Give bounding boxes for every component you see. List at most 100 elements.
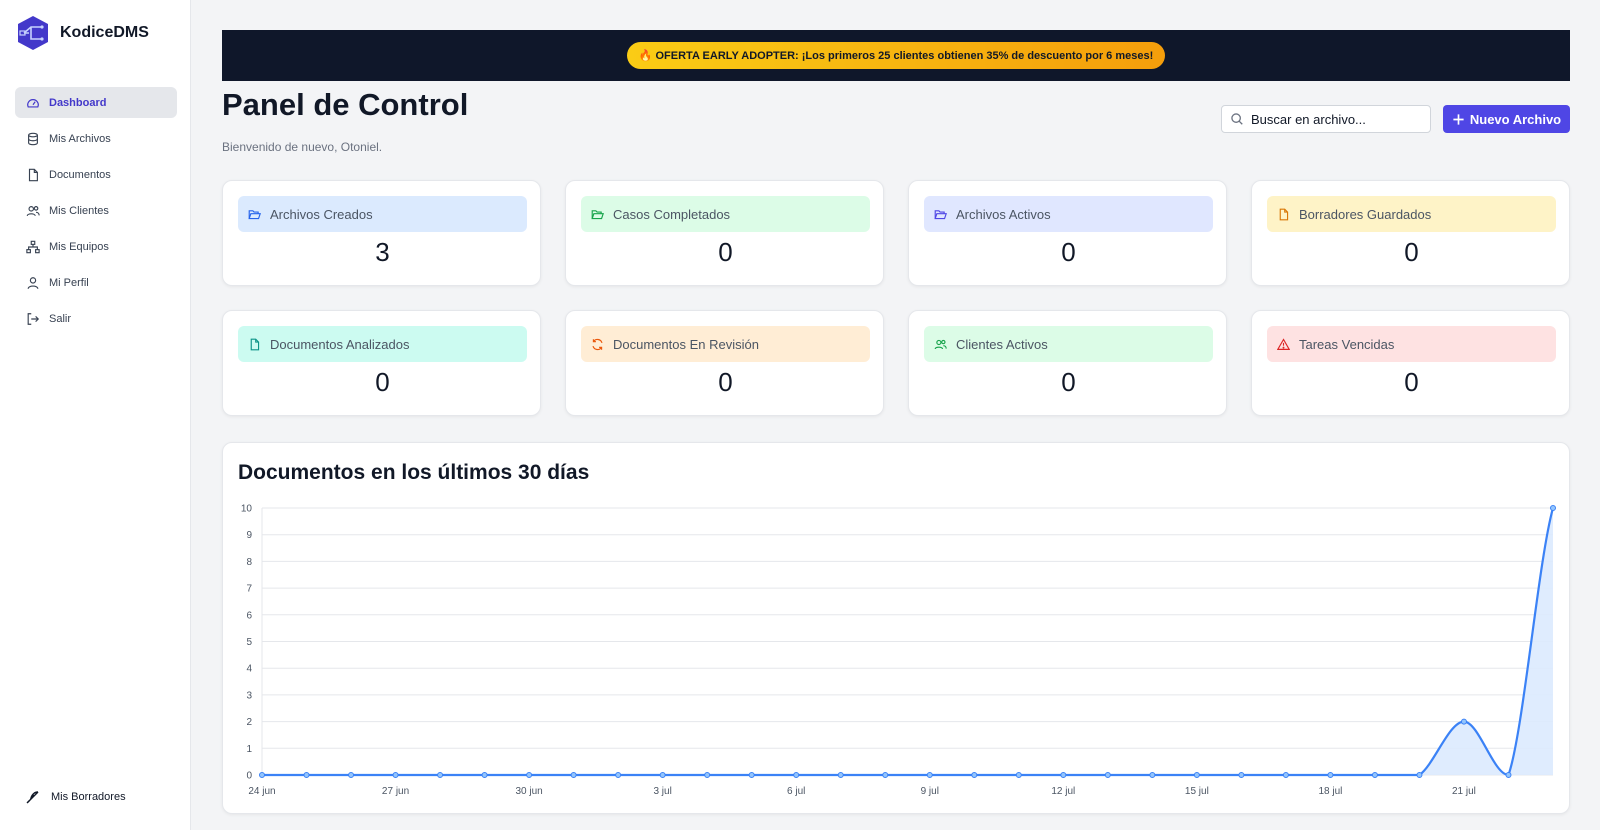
users-icon: [934, 338, 956, 351]
y-tick-label: 5: [246, 637, 252, 648]
sidebar-item-dashboard[interactable]: Dashboard: [15, 87, 177, 118]
sidebar-item-label: Documentos: [49, 168, 111, 181]
folder-open-icon: [248, 208, 270, 221]
search-box[interactable]: [1221, 105, 1431, 133]
x-tick-label: 15 jul: [1185, 786, 1209, 797]
y-tick-label: 0: [246, 771, 252, 782]
data-point: [437, 772, 444, 778]
kodice-logo-icon: [18, 16, 48, 50]
new-file-button[interactable]: Nuevo Archivo: [1443, 105, 1570, 133]
y-tick-label: 10: [241, 504, 253, 515]
x-tick-label: 30 jun: [515, 786, 542, 797]
stat-card-label: Casos Completados: [613, 206, 731, 222]
sidebar: KodiceDMS Dashboard Mis Archivos Documen…: [0, 0, 191, 830]
users-icon: [26, 204, 40, 218]
logout-icon: [26, 312, 40, 326]
warning-icon: [1277, 337, 1299, 351]
user-icon: [26, 276, 40, 290]
stat-card-value: 0: [718, 367, 733, 397]
y-tick-label: 1: [246, 744, 252, 755]
folder-open-icon: [591, 208, 613, 221]
promo-banner: 🔥 OFERTA EARLY ADOPTER: ¡Los primeros 25…: [222, 30, 1570, 81]
data-point: [1282, 772, 1289, 778]
sidebar-item-label: Salir: [49, 312, 72, 325]
sidebar-item-documentos[interactable]: Documentos: [15, 159, 177, 190]
data-point: [1104, 772, 1111, 778]
y-tick-label: 2: [246, 717, 252, 728]
stat-card-header: Clientes Activos: [924, 326, 1213, 362]
stat-card-label: Archivos Activos: [956, 206, 1051, 222]
network-icon: [26, 240, 40, 254]
promo-banner-text[interactable]: 🔥 OFERTA EARLY ADOPTER: ¡Los primeros 25…: [626, 42, 1166, 69]
x-tick-label: 18 jul: [1318, 786, 1342, 797]
file-icon: [1277, 208, 1299, 221]
plus-icon: [1453, 113, 1464, 125]
y-tick-label: 4: [246, 664, 252, 675]
y-tick-label: 7: [246, 584, 252, 595]
data-point: [926, 772, 933, 778]
brand-name: KodiceDMS: [60, 24, 149, 41]
search-input[interactable]: [1251, 111, 1421, 127]
data-point: [837, 772, 844, 778]
data-point: [1550, 505, 1556, 511]
stat-card-value: 0: [375, 367, 390, 397]
data-point: [659, 772, 666, 778]
stat-card-label: Clientes Activos: [956, 336, 1048, 352]
x-tick-label: 6 jul: [787, 786, 805, 797]
data-point: [704, 772, 711, 778]
data-point: [793, 772, 800, 778]
stat-card-header: Borradores Guardados: [1267, 196, 1556, 232]
stat-card-tareas-vencidas[interactable]: Tareas Vencidas 0: [1251, 310, 1570, 416]
brand[interactable]: KodiceDMS: [15, 15, 149, 51]
stat-card-casos-completados[interactable]: Casos Completados 0: [565, 180, 884, 286]
x-tick-label: 9 jul: [921, 786, 939, 797]
sidebar-nav: Dashboard Mis Archivos Documentos Mis Cl…: [15, 87, 177, 339]
stat-card-value: 0: [1061, 367, 1076, 397]
stat-card-header: Archivos Creados: [238, 196, 527, 232]
sidebar-item-salir[interactable]: Salir: [15, 303, 177, 334]
stat-card-label: Documentos En Revisión: [613, 336, 759, 352]
data-point: [615, 772, 622, 778]
stat-card-clientes-activos[interactable]: Clientes Activos 0: [908, 310, 1227, 416]
stat-card-archivos-activos[interactable]: Archivos Activos 0: [908, 180, 1227, 286]
sidebar-item-mis-archivos[interactable]: Mis Archivos: [15, 123, 177, 154]
data-point: [1327, 772, 1334, 778]
stat-card-label: Archivos Creados: [270, 206, 373, 222]
sidebar-item-mis-clientes[interactable]: Mis Clientes: [15, 195, 177, 226]
y-tick-label: 6: [246, 610, 252, 621]
file-icon: [248, 338, 270, 351]
sidebar-item-label: Mis Archivos: [49, 132, 111, 145]
database-icon: [26, 132, 40, 146]
x-tick-label: 27 jun: [382, 786, 409, 797]
feather-pen-icon: [26, 791, 39, 804]
stat-card-borradores-guardados[interactable]: Borradores Guardados 0: [1251, 180, 1570, 286]
sidebar-item-mis-borradores[interactable]: Mis Borradores: [25, 789, 126, 805]
sidebar-item-label: Mis Equipos: [49, 240, 109, 253]
data-point: [303, 772, 310, 778]
sidebar-item-mis-equipos[interactable]: Mis Equipos: [15, 231, 177, 262]
welcome-subtitle: Bienvenido de nuevo, Otoniel.: [222, 140, 383, 154]
x-tick-label: 24 jun: [248, 786, 275, 797]
stat-card-header: Tareas Vencidas: [1267, 326, 1556, 362]
data-point: [1060, 772, 1067, 778]
folder-open-icon: [934, 208, 956, 221]
data-point: [1193, 772, 1200, 778]
data-point: [259, 772, 265, 778]
data-point: [1460, 718, 1467, 725]
sidebar-item-label: Dashboard: [49, 96, 107, 109]
stat-card-documentos-analizados[interactable]: Documentos Analizados 0: [222, 310, 541, 416]
stat-card-documentos-en-revision[interactable]: Documentos En Revisión 0: [565, 310, 884, 416]
stat-card-label: Tareas Vencidas: [1299, 336, 1395, 352]
file-icon: [26, 168, 40, 182]
stat-card-value: 0: [1404, 367, 1419, 397]
documents-line-chart: 0 1 2 3 4 5 6 7 8 9 10 24 jun 27 jun 30 jun 3 jul 6 jul…: [241, 504, 1556, 797]
stat-card-header: Archivos Activos: [924, 196, 1213, 232]
stat-card-header: Documentos En Revisión: [581, 326, 870, 362]
data-point: [1015, 772, 1022, 778]
stat-card-header: Casos Completados: [581, 196, 870, 232]
data-point: [1149, 772, 1156, 778]
data-point: [481, 772, 488, 778]
stat-card-archivos-creados[interactable]: Archivos Creados 3: [222, 180, 541, 286]
page-title: Panel de Control: [222, 87, 469, 122]
sidebar-item-mi-perfil[interactable]: Mi Perfil: [15, 267, 177, 298]
